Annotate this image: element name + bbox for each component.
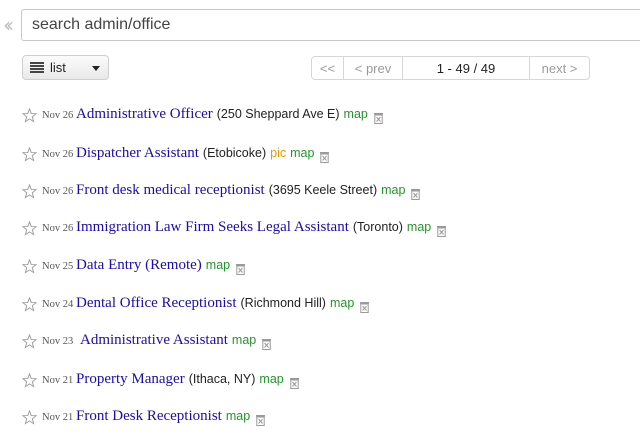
posting-line: Data Entry (Remote) map	[76, 257, 246, 275]
favorite-star-icon[interactable]	[21, 183, 38, 199]
posting-line: Front desk medical receptionist (3695 Kee…	[76, 182, 421, 200]
posting-date: Nov 21	[42, 375, 74, 386]
map-link[interactable]: map	[206, 258, 230, 272]
posting-title-link[interactable]: Front desk medical receptionist	[76, 182, 265, 199]
posting-line: Dispatcher Assistant (Etobicoke) pic map	[76, 145, 330, 163]
map-link[interactable]: map	[232, 333, 256, 347]
hide-posting-icon[interactable]	[235, 262, 246, 275]
posting-title-link[interactable]: Dispatcher Assistant	[76, 145, 199, 162]
map-link[interactable]: map	[290, 146, 314, 160]
posting-date: Nov 23	[42, 336, 74, 347]
posting-title-link[interactable]: Dental Office Receptionist	[76, 295, 237, 312]
posting-location: (250 Sheppard Ave E)	[216, 107, 340, 121]
map-link[interactable]: map	[381, 183, 405, 197]
posting-location: (Etobicoke)	[202, 146, 267, 160]
collapse-sidebar-icon[interactable]: ‹‹	[3, 15, 14, 35]
favorite-star-icon[interactable]	[21, 333, 38, 349]
posting-date: Nov 24	[42, 299, 74, 310]
next-page-button[interactable]: next >	[530, 57, 589, 79]
view-mode-dropdown[interactable]: list	[22, 55, 109, 80]
hide-posting-icon[interactable]	[255, 413, 266, 426]
hide-posting-icon[interactable]	[359, 300, 370, 313]
posting-title-link[interactable]: Immigration Law Firm Seeks Legal Assista…	[76, 219, 349, 236]
posting-location: (Richmond Hill)	[240, 296, 326, 310]
hide-posting-icon[interactable]	[436, 224, 447, 237]
favorite-star-icon[interactable]	[21, 146, 38, 162]
posting-date: Nov 26	[42, 149, 74, 160]
hide-posting-icon[interactable]	[410, 187, 421, 200]
list-view-icon	[30, 62, 44, 73]
posting-title-link[interactable]: Property Manager	[76, 371, 185, 388]
posting-date: Nov 21	[42, 412, 74, 423]
favorite-star-icon[interactable]	[21, 258, 38, 274]
posting-line: Immigration Law Firm Seeks Legal Assista…	[76, 219, 447, 237]
map-link[interactable]: map	[330, 296, 354, 310]
pagination: << < prev 1 - 49 / 49 next >	[311, 56, 590, 80]
hide-posting-icon[interactable]	[289, 376, 300, 389]
posting-date: Nov 25	[42, 261, 74, 272]
posting-location: (Toronto)	[352, 220, 403, 234]
view-mode-label: list	[50, 60, 66, 75]
favorite-star-icon[interactable]	[21, 296, 38, 312]
posting-date: Nov 26	[42, 110, 74, 121]
posting-line: Front Desk Receptionist map	[76, 408, 266, 426]
posting-line: Administrative Officer (250 Sheppard Ave …	[76, 106, 384, 124]
map-link[interactable]: map	[344, 107, 368, 121]
posting-title-link[interactable]: Front Desk Receptionist	[76, 408, 222, 425]
first-page-button[interactable]: <<	[312, 57, 344, 79]
posting-line: Dental Office Receptionist (Richmond Hill…	[76, 295, 370, 313]
hide-posting-icon[interactable]	[373, 111, 384, 124]
posting-title-link[interactable]: Data Entry (Remote)	[76, 257, 202, 274]
favorite-star-icon[interactable]	[21, 107, 38, 123]
posting-title-link[interactable]: Administrative Officer	[76, 106, 213, 123]
favorite-star-icon[interactable]	[21, 220, 38, 236]
caret-down-icon	[92, 66, 100, 71]
map-link[interactable]: map	[226, 409, 250, 423]
posting-title-link[interactable]: Administrative Assistant	[80, 332, 228, 349]
result-range: 1 - 49 / 49	[403, 57, 530, 79]
map-link[interactable]: map	[407, 220, 431, 234]
search-input[interactable]	[21, 9, 640, 41]
posting-line: Administrative Assistant map	[80, 332, 272, 350]
favorite-star-icon[interactable]	[21, 372, 38, 388]
prev-page-button[interactable]: < prev	[344, 57, 403, 79]
hide-posting-icon[interactable]	[261, 337, 272, 350]
posting-date: Nov 26	[42, 186, 74, 197]
pic-tag: pic	[270, 146, 287, 160]
posting-date: Nov 26	[42, 223, 74, 234]
hide-posting-icon[interactable]	[319, 150, 330, 163]
posting-line: Property Manager (Ithaca, NY) map	[76, 371, 300, 389]
posting-location: (3695 Keele Street)	[268, 183, 378, 197]
posting-location: (Ithaca, NY)	[188, 372, 256, 386]
favorite-star-icon[interactable]	[21, 409, 38, 425]
map-link[interactable]: map	[259, 372, 283, 386]
